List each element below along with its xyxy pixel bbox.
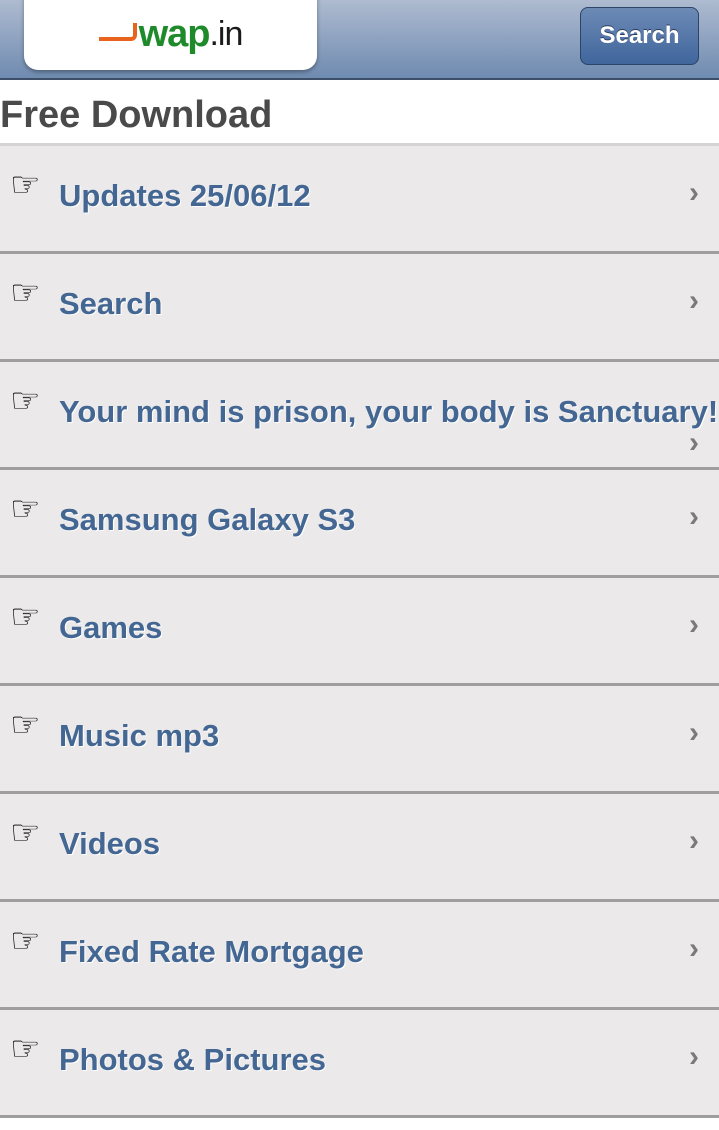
page-title: Free Download bbox=[0, 80, 719, 146]
chevron-right-icon: › bbox=[689, 426, 699, 459]
pointing-hand-icon: ☞ bbox=[10, 1030, 41, 1068]
pointing-hand-icon: ☞ bbox=[10, 598, 41, 636]
chevron-right-icon: › bbox=[689, 824, 699, 857]
list-item[interactable]: ☞ Your mind is prison, your body is Sanct… bbox=[0, 362, 719, 470]
site-logo: wap .in bbox=[98, 12, 243, 56]
pointing-hand-icon: ☞ bbox=[10, 706, 41, 744]
pointing-hand-icon: ☞ bbox=[10, 490, 41, 528]
list-item[interactable]: ☞ Search › bbox=[0, 254, 719, 362]
logo-link[interactable]: wap .in bbox=[24, 0, 317, 70]
pointing-hand-icon: ☞ bbox=[10, 274, 41, 312]
list-item[interactable]: ☞ Updates 25/06/12 › bbox=[0, 146, 719, 254]
list-item-label: Music mp3 bbox=[59, 718, 220, 753]
list-item-label: Search bbox=[59, 286, 163, 321]
chevron-right-icon: › bbox=[689, 500, 699, 533]
header-bar: wap .in Search bbox=[0, 0, 719, 80]
list-item[interactable]: ☞ Samsung Galaxy S3 › bbox=[0, 470, 719, 578]
logo-text: wap bbox=[138, 12, 211, 55]
logo-mark-icon bbox=[98, 23, 137, 41]
search-button[interactable]: Search bbox=[580, 7, 699, 65]
list-item-label: Your mind is prison, your body is Sanctu… bbox=[59, 394, 719, 429]
pointing-hand-icon: ☞ bbox=[10, 922, 41, 960]
logo-suffix: .in bbox=[209, 14, 243, 53]
pointing-hand-icon: ☞ bbox=[10, 382, 41, 420]
list-item[interactable]: ☞ Photos & Pictures › bbox=[0, 1010, 719, 1118]
pointing-hand-icon: ☞ bbox=[10, 814, 41, 852]
chevron-right-icon: › bbox=[689, 284, 699, 317]
list-item-label: Updates 25/06/12 bbox=[59, 178, 311, 213]
list-item-label: Games bbox=[59, 610, 163, 645]
chevron-right-icon: › bbox=[689, 932, 699, 965]
list-item-label: Fixed Rate Mortgage bbox=[59, 934, 364, 969]
chevron-right-icon: › bbox=[689, 176, 699, 209]
list-item[interactable]: ☞ Fixed Rate Mortgage › bbox=[0, 902, 719, 1010]
list-item-label: Photos & Pictures bbox=[59, 1042, 326, 1077]
list-item[interactable]: ☞ Videos › bbox=[0, 794, 719, 902]
chevron-right-icon: › bbox=[689, 608, 699, 641]
chevron-right-icon: › bbox=[689, 716, 699, 749]
list-item-label: Videos bbox=[59, 826, 161, 861]
menu-list: ☞ Updates 25/06/12 › ☞ Search › ☞ Your mind i… bbox=[0, 146, 719, 1118]
chevron-right-icon: › bbox=[689, 1040, 699, 1073]
list-item[interactable]: ☞ Music mp3 › bbox=[0, 686, 719, 794]
list-item-label: Samsung Galaxy S3 bbox=[59, 502, 356, 537]
pointing-hand-icon: ☞ bbox=[10, 166, 41, 204]
list-item[interactable]: ☞ Games › bbox=[0, 578, 719, 686]
